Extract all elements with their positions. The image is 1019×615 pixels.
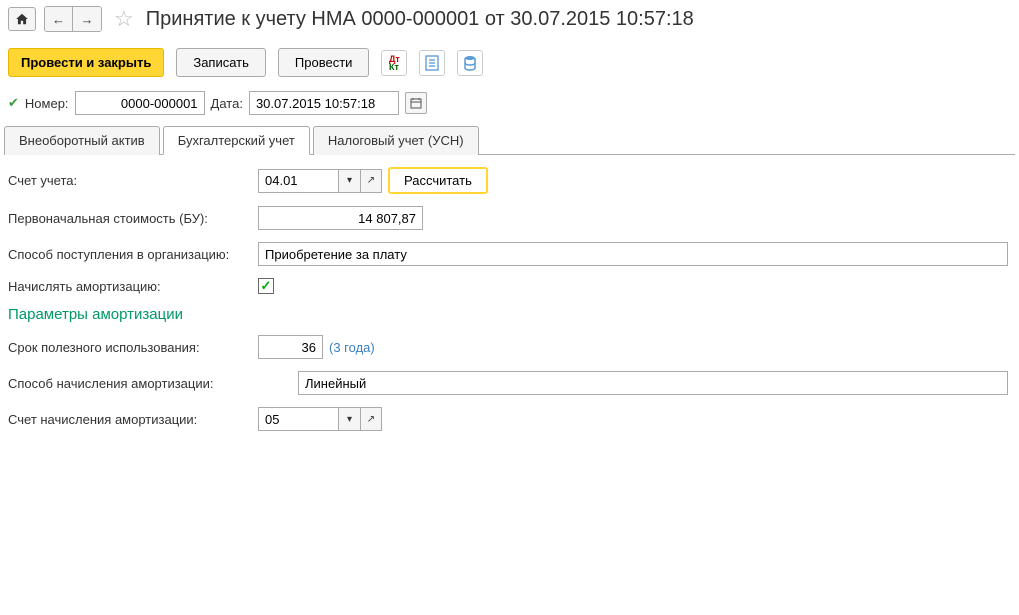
cost-input[interactable]	[258, 206, 423, 230]
useful-life-label: Срок полезного использования:	[8, 340, 258, 355]
nav-back-button[interactable]: ←	[45, 7, 73, 31]
amortization-account-input[interactable]	[258, 407, 338, 431]
database-icon	[464, 55, 476, 71]
open-icon: ↗	[367, 175, 375, 186]
tab-tax-accounting[interactable]: Налоговый учет (УСН)	[313, 126, 479, 155]
account-label: Счет учета:	[8, 173, 258, 188]
page-title: Принятие к учету НМА 0000-000001 от 30.0…	[146, 8, 694, 31]
tab-noncurrent-asset[interactable]: Внеоборотный актив	[4, 126, 160, 155]
post-button[interactable]: Провести	[278, 48, 370, 77]
amortization-method-input[interactable]	[298, 371, 1008, 395]
amortization-section-title: Параметры амортизации	[8, 306, 1011, 323]
receipt-method-input[interactable]	[258, 242, 1008, 266]
chevron-down-icon: ▾	[347, 414, 352, 425]
nav-forward-button[interactable]: →	[73, 7, 101, 31]
amortization-account-label: Счет начисления амортизации:	[8, 412, 258, 427]
home-icon	[15, 12, 29, 26]
structure-button[interactable]	[457, 50, 483, 76]
report-button[interactable]	[419, 50, 445, 76]
open-icon: ↗	[367, 414, 375, 425]
number-input[interactable]	[75, 91, 205, 115]
useful-life-hint: (3 года)	[329, 340, 375, 355]
calendar-icon	[410, 97, 422, 109]
cost-label: Первоначальная стоимость (БУ):	[8, 211, 258, 226]
useful-life-input[interactable]	[258, 335, 323, 359]
number-label: Номер:	[25, 96, 69, 111]
amortization-account-open-button[interactable]: ↗	[360, 407, 382, 431]
dt-kt-button[interactable]: ДтКт	[381, 50, 407, 76]
amortization-method-label: Способ начисления амортизации:	[8, 376, 298, 391]
amortization-account-combo: ▾ ↗	[258, 407, 382, 431]
favorite-star-icon[interactable]: ☆	[114, 6, 134, 32]
home-button[interactable]	[8, 7, 36, 31]
save-button[interactable]: Записать	[176, 48, 266, 77]
calendar-button[interactable]	[405, 92, 427, 114]
dt-kt-icon: ДтКт	[389, 55, 400, 71]
calculate-button[interactable]: Рассчитать	[388, 167, 488, 194]
tab-accounting[interactable]: Бухгалтерский учет	[163, 126, 310, 155]
date-input[interactable]	[249, 91, 399, 115]
account-open-button[interactable]: ↗	[360, 169, 382, 193]
account-dropdown-button[interactable]: ▾	[338, 169, 360, 193]
amortization-flag-label: Начислять амортизацию:	[8, 279, 258, 294]
amortization-checkbox[interactable]: ✓	[258, 278, 274, 294]
account-input[interactable]	[258, 169, 338, 193]
arrow-left-icon: ←	[52, 12, 65, 27]
receipt-method-label: Способ поступления в организацию:	[8, 247, 258, 262]
arrow-right-icon: →	[81, 12, 94, 27]
document-icon	[425, 55, 439, 71]
chevron-down-icon: ▾	[347, 175, 352, 186]
amortization-account-dropdown-button[interactable]: ▾	[338, 407, 360, 431]
account-combo: ▾ ↗	[258, 169, 382, 193]
check-icon: ✓	[261, 278, 272, 294]
date-label: Дата:	[211, 96, 243, 111]
post-and-close-button[interactable]: Провести и закрыть	[8, 48, 164, 77]
posted-check-icon: ✔	[8, 95, 19, 111]
